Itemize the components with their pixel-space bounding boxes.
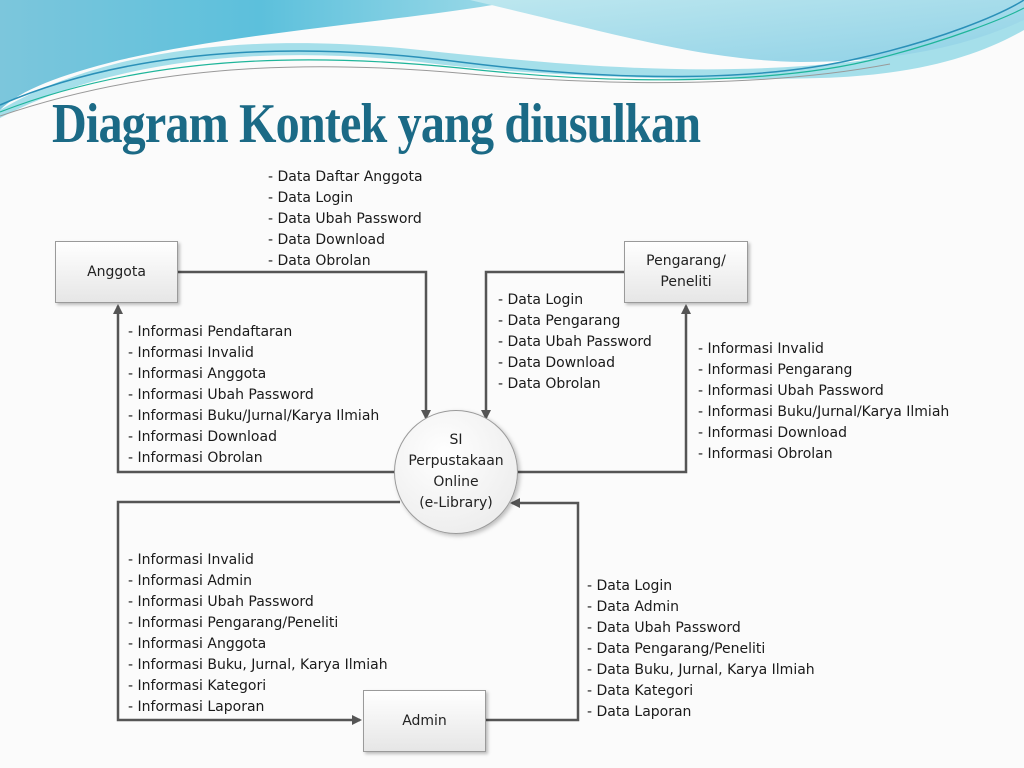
flow-item: Informasi Invalid <box>128 550 388 571</box>
flow-item: Informasi Buku/Jurnal/Karya Ilmiah <box>698 402 950 423</box>
flow-item: Informasi Pengarang <box>698 360 949 381</box>
flow-item: Data Login <box>268 188 423 209</box>
flow-item: Informasi Buku, Jurnal, Karya Ilmiah <box>128 655 388 676</box>
process-label-2: Perpustakaan <box>408 453 504 469</box>
entity-admin-label: Admin <box>402 712 447 729</box>
process-label-3: Online <box>433 474 479 490</box>
flow-item: Informasi Download <box>698 423 949 444</box>
flow-label-pengarang-to-system: Data Login Data Pengarang Data Ubah Pass… <box>498 290 652 395</box>
flow-item: Data Download <box>268 230 423 251</box>
flow-item: Informasi Pengarang/Peneliti <box>128 613 388 634</box>
flow-item: Data Laporan <box>587 702 815 723</box>
flow-item: Informasi Anggota <box>128 634 388 655</box>
flow-item: Data Obrolan <box>268 251 423 272</box>
flow-item: Data Buku, Jurnal, Karya Ilmiah <box>587 660 815 681</box>
flow-item: Data Login <box>498 290 652 311</box>
flow-item: Data Admin <box>587 597 815 618</box>
flow-item: Informasi Ubah Password <box>128 592 388 613</box>
flow-item: Informasi Buku/Jurnal/Karya Ilmiah <box>128 406 380 427</box>
flow-item: Data Ubah Password <box>268 209 423 230</box>
flow-item: Informasi Invalid <box>128 343 379 364</box>
entity-pengarang-label-2: Peneliti <box>660 274 712 290</box>
flow-item: Informasi Download <box>128 427 379 448</box>
process-label-4: (e-Library) <box>419 495 493 511</box>
flow-label-admin-to-system: Data Login Data Admin Data Ubah Password… <box>587 576 815 723</box>
flow-item: Data Ubah Password <box>498 332 652 353</box>
flow-label-anggota-to-system: Data Daftar Anggota Data Login Data Ubah… <box>268 167 423 272</box>
flow-item: Data Daftar Anggota <box>268 167 423 188</box>
entity-anggota: Anggota <box>55 241 178 303</box>
entity-anggota-label: Anggota <box>87 263 146 280</box>
flow-item: Informasi Anggota <box>128 364 379 385</box>
flow-label-system-to-anggota: Informasi Pendaftaran Informasi Invalid … <box>128 322 380 469</box>
entity-pengarang-label-1: Pengarang/ <box>646 253 726 269</box>
flow-item: Data Ubah Password <box>587 618 815 639</box>
flow-label-system-to-admin: Informasi Invalid Informasi Admin Inform… <box>128 550 388 718</box>
flow-item: Informasi Obrolan <box>128 448 379 469</box>
flow-item: Data Download <box>498 353 652 374</box>
flow-item: Data Login <box>587 576 815 597</box>
process-si-perpustakaan-online: SI Perpustakaan Online (e-Library) <box>394 410 518 534</box>
flow-admin-to-system <box>486 498 580 722</box>
flow-item: Data Pengarang/Peneliti <box>587 639 815 660</box>
flow-item: Data Kategori <box>587 681 815 702</box>
process-label-1: SI <box>449 432 463 448</box>
flow-item: Informasi Admin <box>128 571 388 592</box>
flow-item: Data Obrolan <box>498 374 652 395</box>
flow-item: Informasi Invalid <box>698 339 949 360</box>
flow-item: Informasi Obrolan <box>698 444 949 465</box>
flow-item: Data Pengarang <box>498 311 652 332</box>
flow-item: Informasi Pendaftaran <box>128 322 379 343</box>
flow-item: Informasi Kategori <box>128 676 388 697</box>
flow-item: Informasi Laporan <box>128 697 388 718</box>
flow-label-system-to-pengarang: Informasi Invalid Informasi Pengarang In… <box>698 339 950 465</box>
flow-item: Informasi Ubah Password <box>698 381 949 402</box>
flow-item: Informasi Ubah Password <box>128 385 379 406</box>
